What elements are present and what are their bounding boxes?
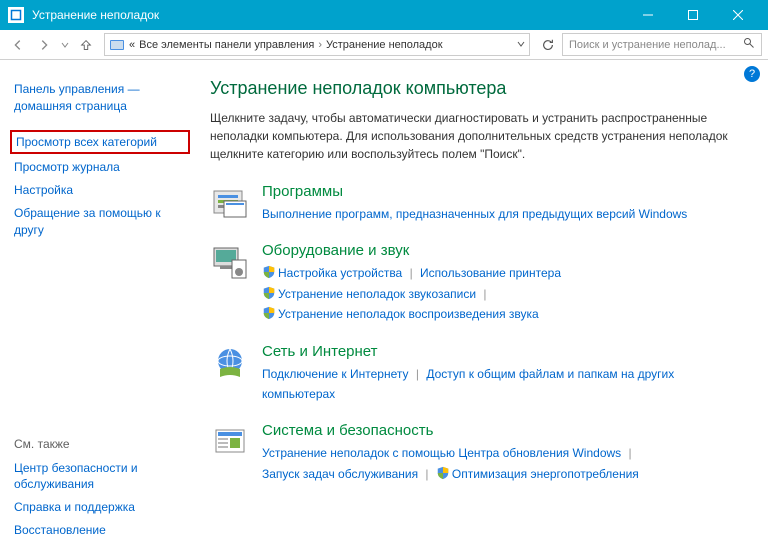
shield-icon [262, 286, 276, 300]
link-windows-update[interactable]: Устранение неполадок с помощью Центра об… [262, 446, 621, 460]
sidebar-ask-friend[interactable]: Обращение за помощью к другу [14, 202, 186, 242]
page-heading: Устранение неполадок компьютера [210, 78, 748, 99]
address-bar[interactable]: « Все элементы панели управления › Устра… [104, 33, 530, 56]
forward-button[interactable] [32, 33, 56, 57]
link-audio-playback[interactable]: Устранение неполадок воспроизведения зву… [278, 307, 539, 321]
link-compat-programs[interactable]: Выполнение программ, предназначенных для… [262, 207, 687, 221]
sidebar-all-categories[interactable]: Просмотр всех категорий [10, 130, 190, 155]
programs-icon [210, 183, 250, 223]
maximize-button[interactable] [670, 0, 715, 30]
close-button[interactable] [715, 0, 760, 30]
link-power-optimization[interactable]: Оптимизация энергопотребления [452, 467, 639, 481]
shield-icon [262, 265, 276, 279]
search-input[interactable]: Поиск и устранение неполад... [562, 33, 762, 56]
address-dropdown-icon[interactable] [517, 39, 525, 51]
category-network-title[interactable]: Сеть и Интернет [262, 343, 748, 360]
sidebar-settings[interactable]: Настройка [14, 179, 186, 202]
search-placeholder: Поиск и устранение неполад... [569, 39, 726, 51]
help-icon[interactable]: ? [744, 66, 760, 82]
refresh-button[interactable] [536, 33, 560, 56]
see-also-header: См. также [14, 437, 186, 451]
breadcrumb-separator: › [318, 39, 322, 51]
navigation-bar: « Все элементы панели управления › Устра… [0, 30, 768, 60]
sidebar: Панель управления — домашняя страница Пр… [0, 60, 200, 518]
system-icon [210, 422, 250, 462]
breadcrumb-back[interactable]: « [129, 39, 135, 51]
link-use-printer[interactable]: Использование принтера [420, 266, 561, 280]
main-content: Устранение неполадок компьютера Щелкните… [200, 60, 768, 518]
category-programs-title[interactable]: Программы [262, 183, 748, 200]
sidebar-help-support[interactable]: Справка и поддержка [14, 496, 186, 519]
category-hardware: Оборудование и звук Настройка устройства… [210, 242, 748, 324]
back-button[interactable] [6, 33, 30, 57]
link-audio-recording[interactable]: Устранение неполадок звукозаписи [278, 287, 476, 301]
hardware-icon [210, 242, 250, 282]
sidebar-recovery[interactable]: Восстановление [14, 519, 186, 542]
app-icon [8, 7, 24, 23]
control-panel-icon [109, 37, 125, 53]
sidebar-home[interactable]: Панель управления — домашняя страница [14, 78, 186, 118]
category-hardware-title[interactable]: Оборудование и звук [262, 242, 748, 259]
up-button[interactable] [74, 33, 98, 57]
shield-icon [436, 466, 450, 480]
link-configure-device[interactable]: Настройка устройства [278, 266, 402, 280]
minimize-button[interactable] [625, 0, 670, 30]
window-title: Устранение неполадок [32, 8, 159, 22]
link-maintenance[interactable]: Запуск задач обслуживания [262, 467, 418, 481]
breadcrumb-current[interactable]: Устранение неполадок [326, 39, 443, 51]
breadcrumb-all-items[interactable]: Все элементы панели управления [139, 39, 314, 51]
category-network: Сеть и Интернет Подключение к Интернету … [210, 343, 748, 405]
window-titlebar: Устранение неполадок [0, 0, 768, 30]
sidebar-security-center[interactable]: Центр безопасности и обслуживания [14, 457, 186, 497]
link-internet-connection[interactable]: Подключение к Интернету [262, 367, 409, 381]
sidebar-view-log[interactable]: Просмотр журнала [14, 156, 186, 179]
network-icon [210, 343, 250, 383]
category-programs: Программы Выполнение программ, предназна… [210, 183, 748, 224]
history-dropdown[interactable] [58, 41, 72, 49]
category-system: Система и безопасность Устранение непола… [210, 422, 748, 484]
search-icon [743, 37, 755, 52]
category-system-title[interactable]: Система и безопасность [262, 422, 748, 439]
page-description: Щелкните задачу, чтобы автоматически диа… [210, 109, 748, 163]
shield-icon [262, 306, 276, 320]
